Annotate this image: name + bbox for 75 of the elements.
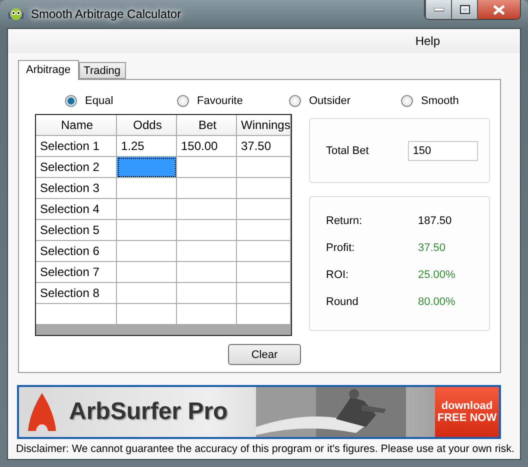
total-bet-label: Total Bet [326, 144, 369, 156]
table-cell[interactable] [177, 220, 237, 241]
table-cell[interactable] [237, 304, 291, 325]
table-cell[interactable] [177, 262, 237, 283]
table-cell[interactable] [177, 178, 237, 199]
total-bet-field[interactable]: 150 [408, 140, 478, 160]
owl-icon [7, 5, 25, 23]
logo-icon [27, 392, 57, 432]
table-cell[interactable] [117, 241, 177, 262]
table-cell[interactable] [117, 157, 177, 178]
table-cell[interactable] [117, 304, 177, 325]
table-cell[interactable] [177, 304, 237, 325]
menu-item[interactable]: Help [415, 34, 440, 48]
table-cell[interactable]: Selection 5 [36, 220, 117, 241]
table-cell[interactable] [117, 220, 177, 241]
table-cell[interactable] [237, 157, 291, 178]
table-cell[interactable]: Selection 8 [36, 283, 117, 304]
result-label: Return: [326, 215, 364, 227]
table-cell[interactable]: Selection 1 [36, 136, 117, 157]
radio-label: Equal [85, 95, 114, 107]
table-cell[interactable]: 37.50 [237, 136, 291, 157]
table-cell[interactable] [237, 178, 291, 199]
table-cell[interactable] [237, 241, 291, 262]
banner-title: ArbSurfer Pro [69, 398, 228, 426]
table-cell[interactable] [177, 157, 237, 178]
disclaimer-text: Disclaimer: We cannot guarantee the accuracy of this program or it's figures. Please use at your own risk. [16, 443, 514, 456]
result-label: ROI: [326, 269, 350, 281]
result-value: 25.00% [418, 269, 456, 281]
radio-button[interactable] [401, 95, 413, 107]
radio-button[interactable] [177, 95, 189, 107]
radio-label: Favourite [197, 95, 243, 107]
result-value: 80.00% [418, 296, 456, 308]
table-cell[interactable] [177, 199, 237, 220]
table-cell[interactable] [117, 199, 177, 220]
column-header: Winnings [237, 115, 291, 136]
table-cell[interactable]: Selection 4 [36, 199, 117, 220]
table-cell[interactable] [117, 283, 177, 304]
table-cell[interactable] [237, 199, 291, 220]
maximize-icon [460, 5, 470, 14]
radio-label: Outsider [309, 95, 351, 107]
close-icon [493, 4, 505, 14]
table-cell[interactable]: 1.25 [117, 136, 177, 157]
download-button[interactable]: download FREE NOW [434, 387, 499, 437]
radio-button[interactable] [289, 95, 301, 107]
table-cell[interactable]: Selection 6 [36, 241, 117, 262]
column-header: Name [36, 115, 117, 136]
result-value: 37.50 [418, 242, 447, 254]
result-label: Profit: [326, 242, 356, 254]
table-cell[interactable] [237, 283, 291, 304]
table-cell[interactable] [177, 283, 237, 304]
minimize-icon [434, 8, 444, 12]
table-cell[interactable] [117, 262, 177, 283]
radio-label: Smooth [421, 95, 459, 107]
result-label: Round [326, 296, 360, 308]
clear-button[interactable]: Clear [228, 344, 301, 365]
table-cell[interactable] [36, 304, 117, 325]
table-cell[interactable] [117, 178, 177, 199]
column-header: Odds [117, 115, 177, 136]
table-cell[interactable]: Selection 7 [36, 262, 117, 283]
radio-button[interactable] [65, 95, 77, 107]
table-cell[interactable]: 150.00 [177, 136, 237, 157]
table-cell[interactable] [177, 241, 237, 262]
table-cell[interactable]: Selection 2 [36, 157, 117, 178]
close-button[interactable] [477, 0, 520, 19]
column-header: Bet [177, 115, 237, 136]
table-cell[interactable] [237, 262, 291, 283]
window-title: Smooth Arbitrage Calculator [31, 7, 182, 21]
minimize-button[interactable] [425, 0, 451, 19]
ad-banner[interactable]: ArbSurfer Pro download FREE NOW [17, 385, 501, 439]
tab[interactable]: Arbitrage [18, 60, 79, 80]
table-cell[interactable] [237, 220, 291, 241]
result-value: 187.50 [418, 215, 453, 227]
table-cell[interactable]: Selection 3 [36, 178, 117, 199]
maximize-button[interactable] [451, 0, 477, 19]
tab[interactable]: Trading [78, 62, 126, 79]
